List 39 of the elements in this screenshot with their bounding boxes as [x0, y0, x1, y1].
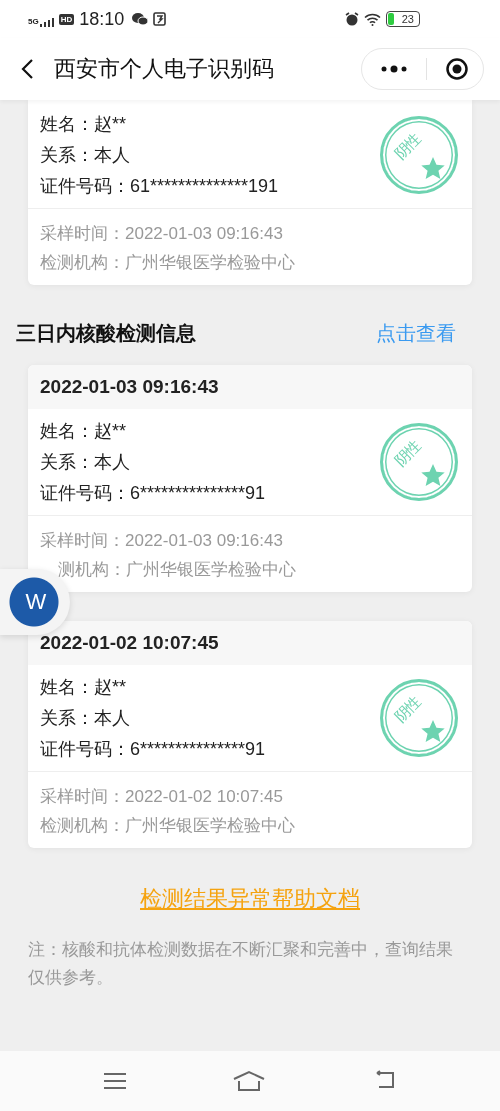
note-text: 注：核酸和抗体检测数据在不断汇聚和完善中，查询结果仅供参考。: [28, 939, 454, 989]
record-datetime: 2022-01-03 09:16:43: [28, 365, 472, 409]
section-title: 三日内核酸检测信息: [16, 321, 196, 346]
info-line: 关系：本人: [40, 451, 131, 474]
info-line: 采样时间：2022-01-02 10:07:45: [40, 786, 284, 808]
close-icon[interactable]: [445, 57, 469, 81]
info-line: 证件号码：6***************91: [40, 482, 266, 505]
clock-time: 18:10: [79, 8, 125, 30]
page-title: 西安市个人电子识别码: [54, 55, 275, 83]
back-icon[interactable]: [20, 58, 34, 80]
signal-icon: [39, 17, 54, 27]
info-line: 采样时间：2022-01-03 09:16:43: [40, 223, 284, 245]
hd-badge: HD: [58, 13, 75, 25]
network-label: 5G: [28, 16, 39, 26]
info-line: 证件号码：6***************91: [40, 738, 266, 761]
info-line: 检测机构：广州华银医学检验中心: [40, 815, 296, 837]
alarm-icon: [345, 12, 359, 26]
info-line: 检测机构：广州华银医学检验中心: [40, 252, 296, 274]
wifi-icon: [364, 12, 381, 26]
app-icon: [153, 12, 167, 26]
view-link[interactable]: 点击查看: [376, 320, 456, 347]
info-line: 姓名：赵**: [40, 113, 127, 136]
stamp-text: 阴性: [390, 692, 425, 727]
stamp-text: 阴性: [390, 129, 425, 164]
battery-percent: 23: [401, 13, 414, 25]
stamp-text: 阴性: [390, 436, 425, 471]
info-line: 姓名：赵**: [40, 676, 127, 699]
info-line: 证件号码：61**************191: [40, 175, 279, 198]
menu-icon[interactable]: [102, 1072, 127, 1090]
info-line: 关系：本人: [40, 707, 131, 730]
more-icon[interactable]: [380, 65, 408, 73]
battery-fill: [388, 13, 394, 25]
info-line: 采样时间：2022-01-03 09:16:43: [40, 530, 284, 552]
info-line: 姓名：赵**: [40, 420, 127, 443]
help-link[interactable]: 检测结果异常帮助文档: [140, 884, 360, 914]
home-icon[interactable]: [232, 1070, 266, 1092]
chat-icon: [132, 12, 149, 26]
record-datetime: 2022-01-02 10:07:45: [28, 621, 472, 665]
info-line: 关系：本人: [40, 144, 131, 167]
